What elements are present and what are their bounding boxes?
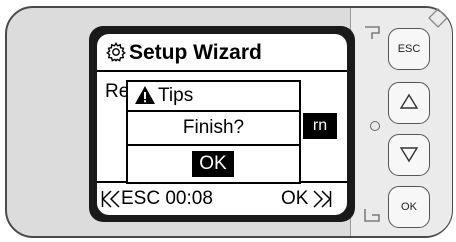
gear-icon <box>106 41 126 62</box>
dialog-message: Finish? <box>128 112 299 146</box>
down-triangle-icon <box>399 147 419 163</box>
ok-hint-label: OK <box>281 188 309 209</box>
dialog-title: Tips <box>158 85 194 106</box>
lcd-screen: Setup Wizard Re rn ESC 00:08 OK Tips Fin… <box>97 34 347 215</box>
dialog-ok-button[interactable]: OK <box>192 151 234 177</box>
esc-timer-label: ESC 00:08 <box>121 188 213 209</box>
corner-mark-top-icon <box>365 26 380 39</box>
bottom-bar: ESC 00:08 OK <box>97 186 347 212</box>
next-page-icon <box>313 190 332 208</box>
up-key[interactable] <box>388 82 430 124</box>
down-key[interactable] <box>388 134 430 176</box>
title-bar: Setup Wizard <box>97 38 347 68</box>
esc-key-label: ESC <box>397 43 421 55</box>
ok-key-label: OK <box>401 201 417 213</box>
page-title: Setup Wizard <box>129 41 262 64</box>
status-led <box>370 121 380 131</box>
dialog-header: Tips <box>128 82 299 112</box>
ok-key[interactable]: OK <box>388 186 430 228</box>
warning-icon <box>135 86 155 104</box>
esc-key[interactable]: ESC <box>388 28 430 70</box>
corner-mark-bottom-icon <box>364 209 380 222</box>
background-button: rn <box>303 113 337 139</box>
title-divider <box>97 70 347 72</box>
up-triangle-icon <box>399 93 419 109</box>
diamond-mark-icon <box>428 8 448 28</box>
prev-page-icon <box>101 190 120 208</box>
tips-dialog: Tips Finish? OK <box>126 80 301 184</box>
